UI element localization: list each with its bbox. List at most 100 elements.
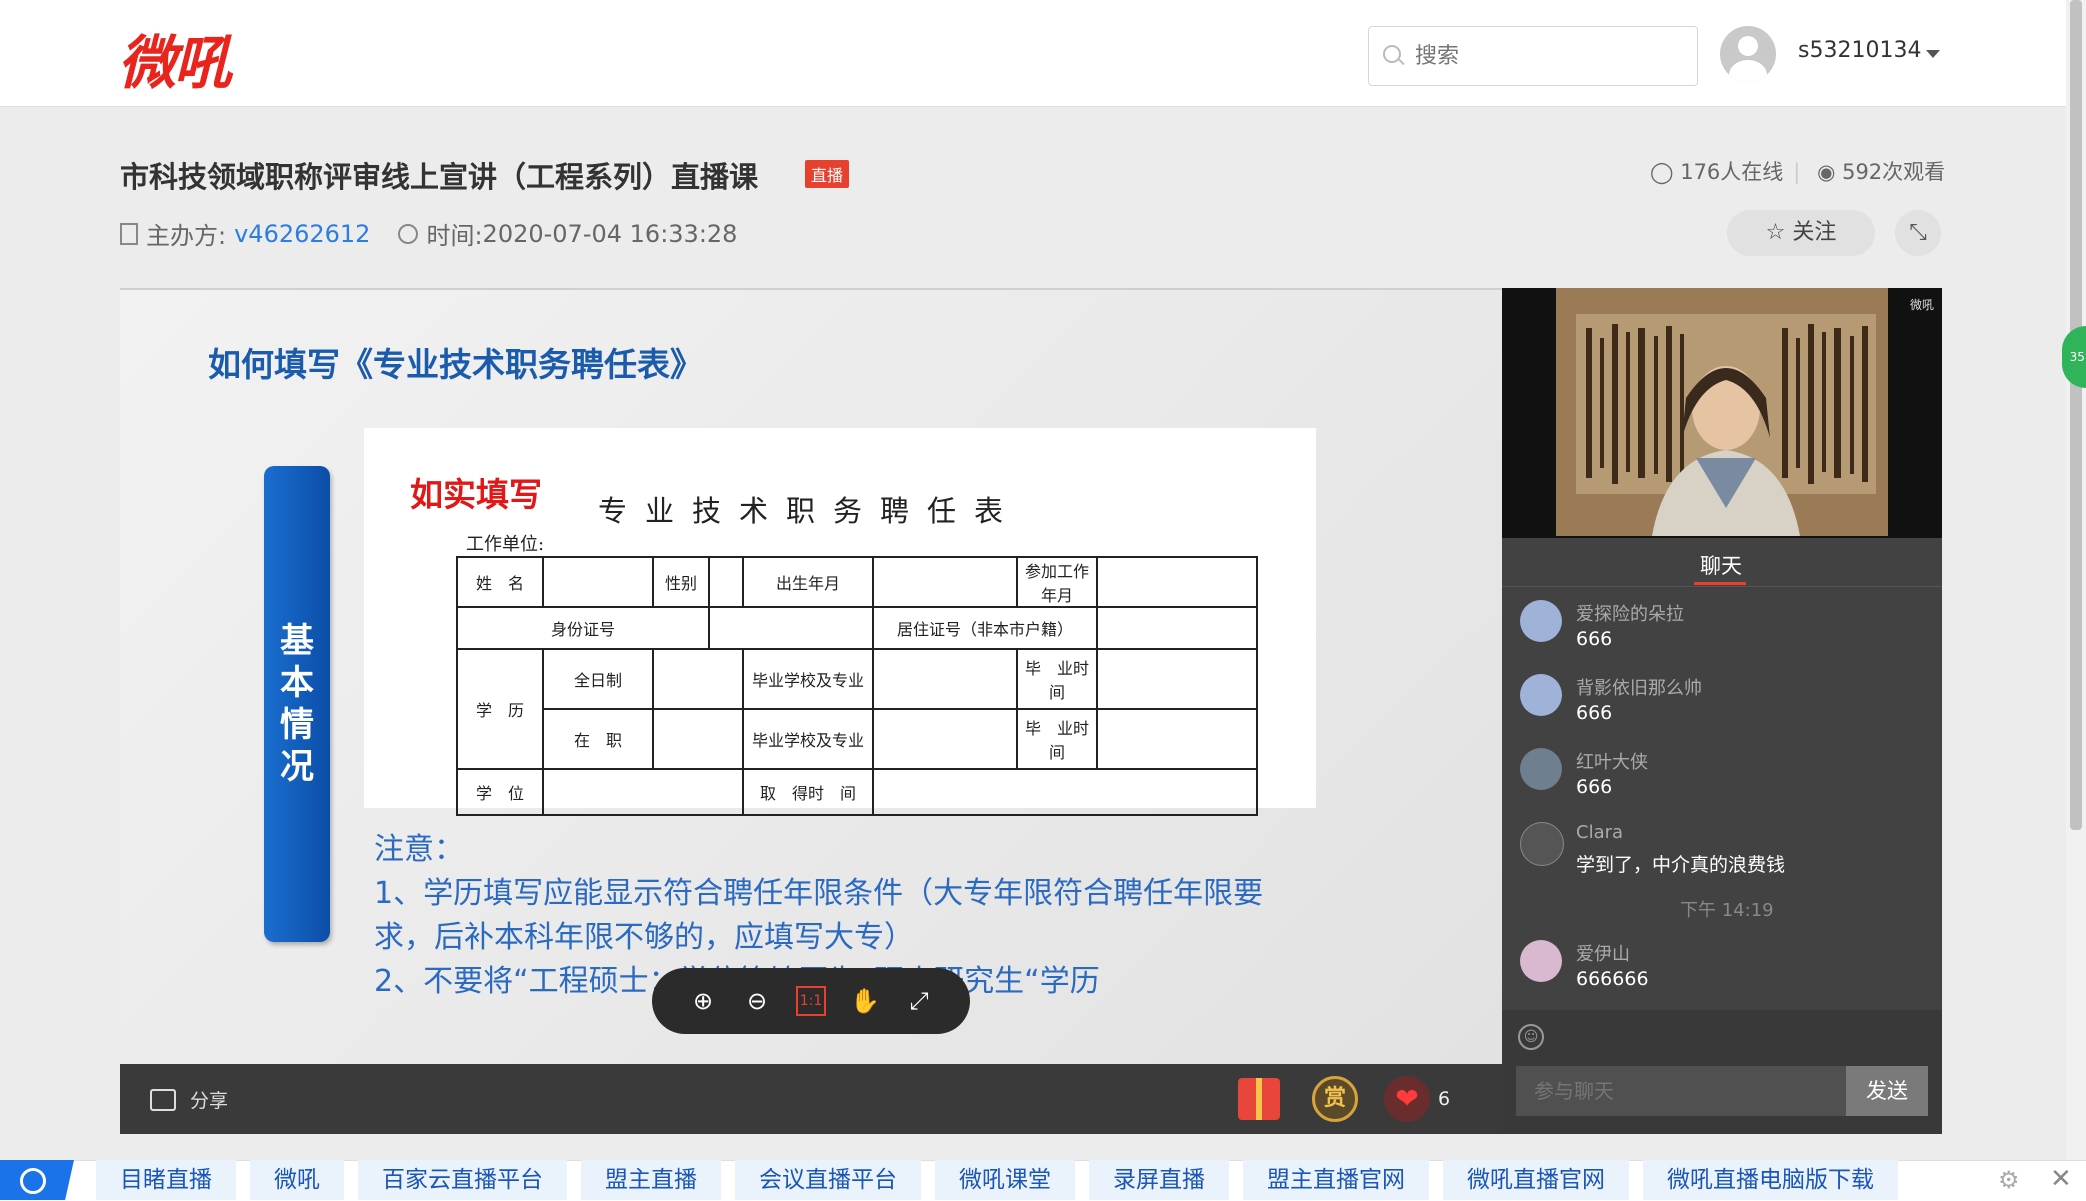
- user-icon: ◯: [1650, 160, 1674, 184]
- chat-username: 红叶大侠: [1576, 752, 1648, 773]
- player-toolbar: [120, 1064, 1502, 1134]
- time-label: 时间:: [426, 222, 483, 250]
- site-logo[interactable]: 微吼: [118, 16, 232, 100]
- gear-icon[interactable]: ⚙: [1998, 1166, 2020, 1194]
- note-line: 1、学历填写应能显示符合聘任年限条件（大专年限符合聘任年限要: [374, 876, 1264, 911]
- side-char: 情: [280, 705, 314, 745]
- search-icon: [1383, 45, 1401, 63]
- video-watermark: 微吼: [1910, 298, 1935, 312]
- bottom-link[interactable]: 微吼直播官网: [1443, 1160, 1629, 1200]
- chat-text: 学到了，中介真的浪费钱: [1576, 854, 1786, 876]
- online-count: 176人在线: [1680, 160, 1784, 184]
- send-button[interactable]: 发送: [1846, 1066, 1928, 1116]
- slide-title: 如何填写《专业技术职务聘任表》: [208, 345, 703, 384]
- fullscreen-icon[interactable]: ⤢: [904, 986, 934, 1016]
- form-cell: 毕业学校及专业: [742, 648, 874, 710]
- form-table: 姓 名 性别 出生年月 参加工作年月 身份证号 居住证号（非本市户籍） 学 历 …: [456, 556, 1258, 816]
- eye-icon: ◉: [1817, 160, 1836, 184]
- chat-input[interactable]: [1516, 1066, 1846, 1116]
- tab-underline: [1694, 582, 1746, 585]
- actual-size-button[interactable]: 1:1: [796, 986, 826, 1016]
- chevron-down-icon[interactable]: [1926, 50, 1940, 58]
- emoji-icon[interactable]: ☺: [1518, 1024, 1544, 1050]
- avatar: [1520, 822, 1564, 866]
- page-title: 市科技领域职称评审线上宣讲（工程系列）直播课: [120, 160, 759, 194]
- clock-icon: [398, 223, 419, 244]
- reward-button[interactable]: 赏: [1312, 1076, 1358, 1122]
- avatar: [1520, 600, 1562, 642]
- form-cell: 取 得时 间: [742, 768, 874, 816]
- side-char: 基: [280, 621, 314, 661]
- bottom-link[interactable]: 会议直播平台: [735, 1160, 921, 1200]
- document-icon: [120, 222, 138, 245]
- bottom-link[interactable]: 百家云直播平台: [358, 1160, 567, 1200]
- zoom-in-icon[interactable]: ⊕: [688, 986, 718, 1016]
- view-count: 592次观看: [1842, 160, 1946, 184]
- host-label: 主办方:: [146, 222, 227, 250]
- username[interactable]: s53210134: [1798, 38, 1921, 63]
- zoom-out-icon[interactable]: ⊖: [742, 986, 772, 1016]
- form-cell: 毕 业时 间: [1016, 708, 1105, 770]
- host-info: 主办方: v46262612 时间: 2020-07-04 16:33:28: [120, 216, 737, 251]
- slide-side-label: 基 本 情 况: [264, 620, 330, 788]
- follow-button[interactable]: ☆ 关注: [1727, 210, 1875, 256]
- form-cell: 在 职: [542, 708, 654, 770]
- expand-icon[interactable]: ⤡: [1895, 210, 1941, 256]
- form-cell: 姓 名: [456, 556, 544, 608]
- note-line: 注意：: [374, 832, 464, 867]
- bottom-link[interactable]: 盟主直播官网: [1243, 1160, 1429, 1200]
- close-icon[interactable]: ✕: [2050, 1164, 2072, 1194]
- presenter-image: [1556, 288, 1888, 536]
- form-cell: 居住证号（非本市户籍）: [872, 606, 1098, 650]
- avatar: [1520, 940, 1562, 982]
- tab-chat[interactable]: 聊天: [1700, 550, 1742, 580]
- side-char: 况: [280, 747, 314, 787]
- event-time: 2020-07-04 16:33:28: [482, 219, 738, 248]
- heart-icon[interactable]: ❤: [1384, 1076, 1430, 1122]
- search-box[interactable]: [1368, 26, 1698, 86]
- form-cell: 全日制: [542, 648, 654, 710]
- chat-username: Clara: [1576, 822, 1624, 843]
- chat-panel: [1502, 538, 1942, 1010]
- side-float-text: 35: [2069, 350, 2085, 364]
- follow-label: 关注: [1792, 220, 1837, 245]
- bottom-links: 目睹直播 微吼 百家云直播平台 盟主直播 会议直播平台 微吼课堂 录屏直播 盟主…: [96, 1160, 1898, 1200]
- form-cell: 毕业学校及专业: [742, 708, 874, 770]
- note-line: 求，后补本科年限不够的，应填写大专）: [374, 920, 914, 955]
- user-avatar[interactable]: [1720, 26, 1776, 82]
- share-icon: [150, 1088, 176, 1111]
- form-cell: 学 历: [456, 648, 544, 770]
- avatar: [1520, 674, 1562, 716]
- search-input[interactable]: [1413, 37, 1687, 75]
- form-cell: 身份证号: [456, 606, 710, 650]
- like-count: 6: [1438, 1088, 1451, 1110]
- star-icon: ☆: [1765, 220, 1786, 245]
- browser-search-icon[interactable]: [0, 1160, 74, 1200]
- chat-text: 666666: [1576, 968, 1649, 990]
- scrollbar-thumb[interactable]: [2070, 0, 2082, 830]
- share-label: 分享: [190, 1090, 229, 1112]
- bottom-link[interactable]: 盟主直播: [581, 1160, 721, 1200]
- form-title: 专业技术职务聘任表: [598, 494, 1022, 528]
- chat-username: 爱伊山: [1576, 944, 1630, 965]
- hand-drag-icon[interactable]: ✋: [850, 986, 880, 1016]
- share-button[interactable]: 分享: [150, 1086, 228, 1113]
- bottom-link[interactable]: 目睹直播: [96, 1160, 236, 1200]
- bottom-link[interactable]: 微吼课堂: [935, 1160, 1075, 1200]
- host-link[interactable]: v46262612: [234, 220, 370, 248]
- form-cell: 性别: [652, 556, 710, 608]
- gift-icon[interactable]: [1238, 1078, 1280, 1120]
- form-cell: 毕 业时 间: [1016, 648, 1105, 710]
- bottom-link[interactable]: 微吼直播电脑版下载: [1643, 1160, 1898, 1200]
- live-badge: 直播: [805, 160, 850, 188]
- form-cell: 学 位: [456, 768, 544, 816]
- bottom-link[interactable]: 微吼: [250, 1160, 344, 1200]
- chat-tools: [1502, 1010, 1942, 1066]
- form-unit: 工作单位:: [466, 534, 545, 555]
- bottom-link[interactable]: 录屏直播: [1089, 1160, 1229, 1200]
- view-stats: ◯ 176人在线 | ◉ 592次观看: [1650, 160, 1946, 184]
- form-cell: 出生年月: [742, 556, 874, 608]
- chat-text: 666: [1576, 628, 1613, 650]
- side-char: 本: [280, 663, 314, 703]
- zoom-toolbar: ⊕ ⊖ 1:1 ✋ ⤢: [652, 968, 970, 1034]
